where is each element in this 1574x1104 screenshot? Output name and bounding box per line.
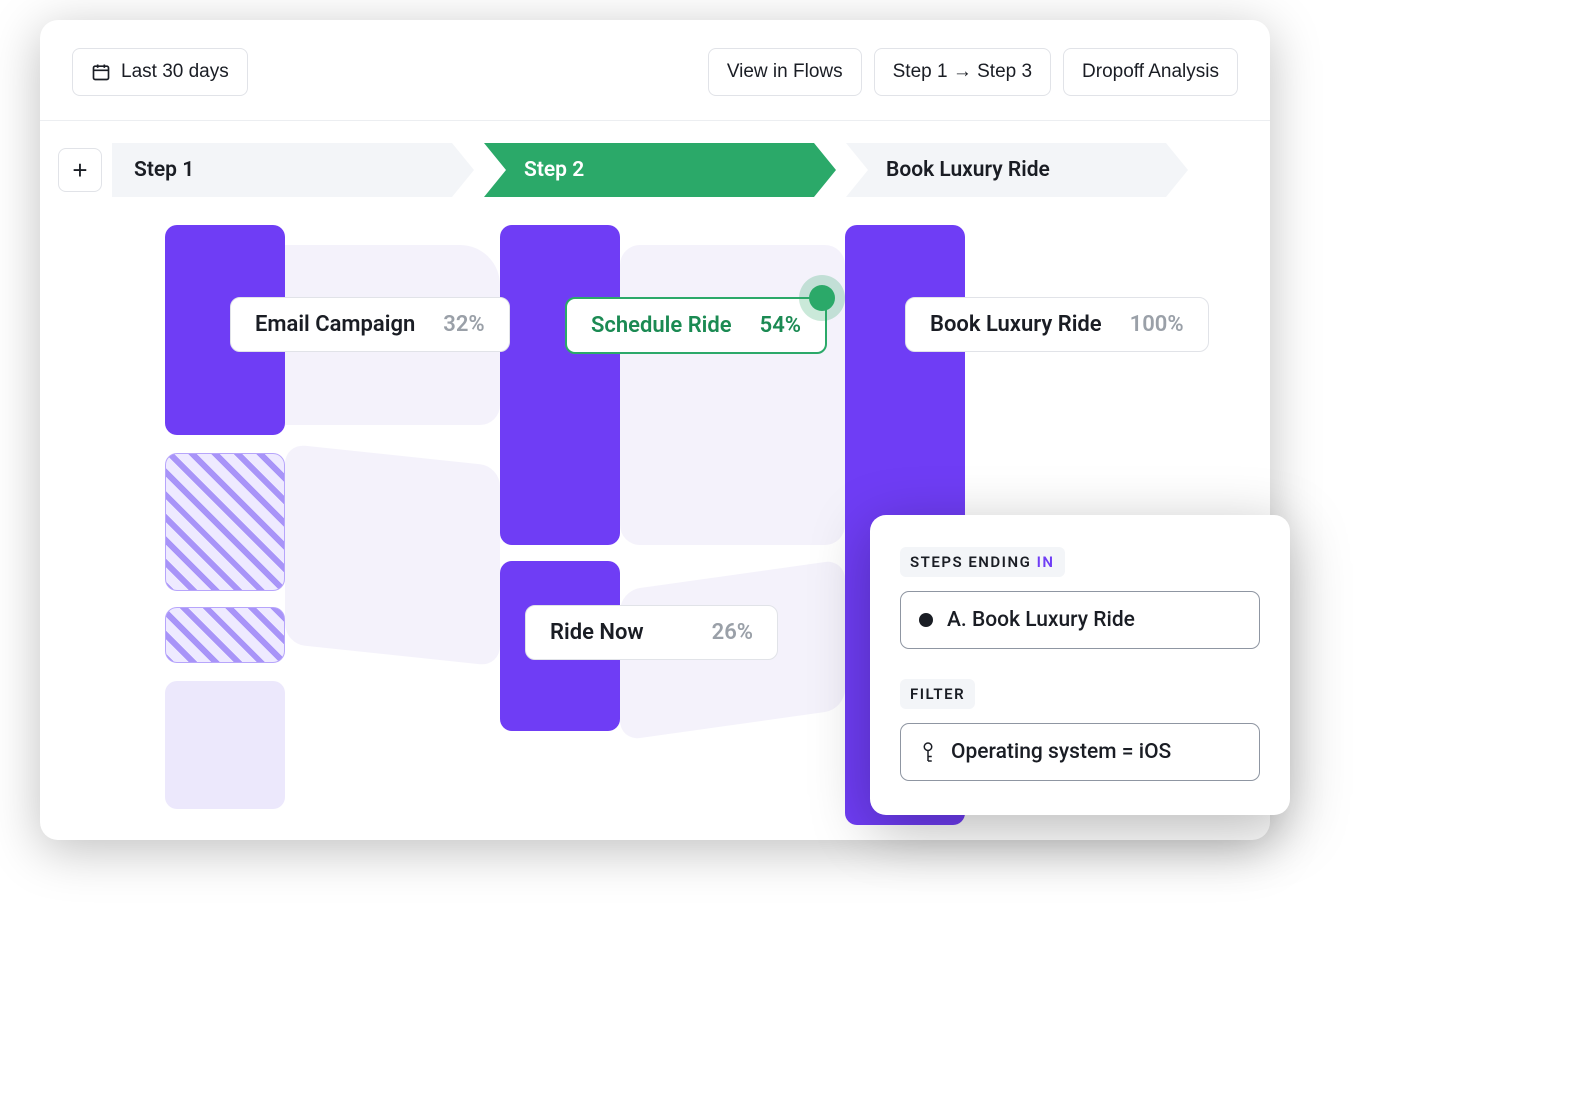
tag-schedule-label: Schedule Ride xyxy=(591,313,732,338)
ending-option-a[interactable]: A. Book Luxury Ride xyxy=(900,591,1260,649)
dropoff-label: Dropoff Analysis xyxy=(1082,61,1219,83)
key-icon xyxy=(919,741,937,763)
dropoff-button[interactable]: Dropoff Analysis xyxy=(1063,48,1238,96)
bar-step1-hatched-a[interactable] xyxy=(165,453,285,591)
filter-section-text: FILTER xyxy=(910,685,965,703)
tag-email-pct: 32% xyxy=(443,312,484,337)
step-chip-2[interactable]: Step 2 xyxy=(484,143,836,197)
calendar-icon xyxy=(91,62,111,82)
active-dot-icon xyxy=(809,285,835,311)
filter-chip[interactable]: Operating system = iOS xyxy=(900,723,1260,781)
tag-book-label: Book Luxury Ride xyxy=(930,312,1102,337)
tag-schedule-ride[interactable]: Schedule Ride 54% xyxy=(565,297,827,354)
tag-email-label: Email Campaign xyxy=(255,312,415,337)
filter-card: STEPS ENDING IN A. Book Luxury Ride FILT… xyxy=(870,515,1290,815)
bar-step1-light[interactable] xyxy=(165,681,285,809)
step-chip-2-label: Step 2 xyxy=(524,158,584,182)
tag-book-pct: 100% xyxy=(1130,312,1184,337)
step-chip-1[interactable]: Step 1 xyxy=(112,143,474,197)
add-step-button[interactable]: + xyxy=(58,148,102,192)
steps-ending-label: STEPS ENDING IN xyxy=(900,547,1065,577)
step-chip-3-label: Book Luxury Ride xyxy=(886,158,1050,182)
filter-section-label: FILTER xyxy=(900,679,975,709)
bullet-icon xyxy=(919,613,933,627)
tag-email-campaign[interactable]: Email Campaign 32% xyxy=(230,297,510,352)
view-in-flows-button[interactable]: View in Flows xyxy=(708,48,862,96)
ending-option-a-label: A. Book Luxury Ride xyxy=(947,608,1135,632)
date-range-label: Last 30 days xyxy=(121,61,229,83)
filter-chip-label: Operating system = iOS xyxy=(951,740,1171,764)
bar-step2-schedule[interactable] xyxy=(500,225,620,545)
steps-row: + Step 1 Step 2 Book Luxury Ride xyxy=(40,121,1270,197)
step-chip-3[interactable]: Book Luxury Ride xyxy=(846,143,1188,197)
tag-book-luxury[interactable]: Book Luxury Ride 100% xyxy=(905,297,1209,352)
tag-ridenow-pct: 26% xyxy=(712,620,753,645)
tag-ridenow-label: Ride Now xyxy=(550,620,644,645)
view-in-flows-label: View in Flows xyxy=(727,61,843,83)
bar-step1-hatched-b[interactable] xyxy=(165,607,285,663)
steps-ending-text: STEPS ENDING xyxy=(910,553,1031,571)
tag-schedule-pct: 54% xyxy=(760,313,801,338)
tag-ride-now[interactable]: Ride Now 26% xyxy=(525,605,778,660)
step-range-button[interactable]: Step 1 → Step 3 xyxy=(874,48,1051,96)
steps-ending-accent: IN xyxy=(1037,553,1055,571)
step-chip-1-label: Step 1 xyxy=(134,158,194,182)
date-range-button[interactable]: Last 30 days xyxy=(72,48,248,96)
step-range-label: Step 1 → Step 3 xyxy=(893,61,1032,83)
toolbar: Last 30 days View in Flows Step 1 → Step… xyxy=(40,20,1270,121)
flow-band xyxy=(285,444,500,667)
